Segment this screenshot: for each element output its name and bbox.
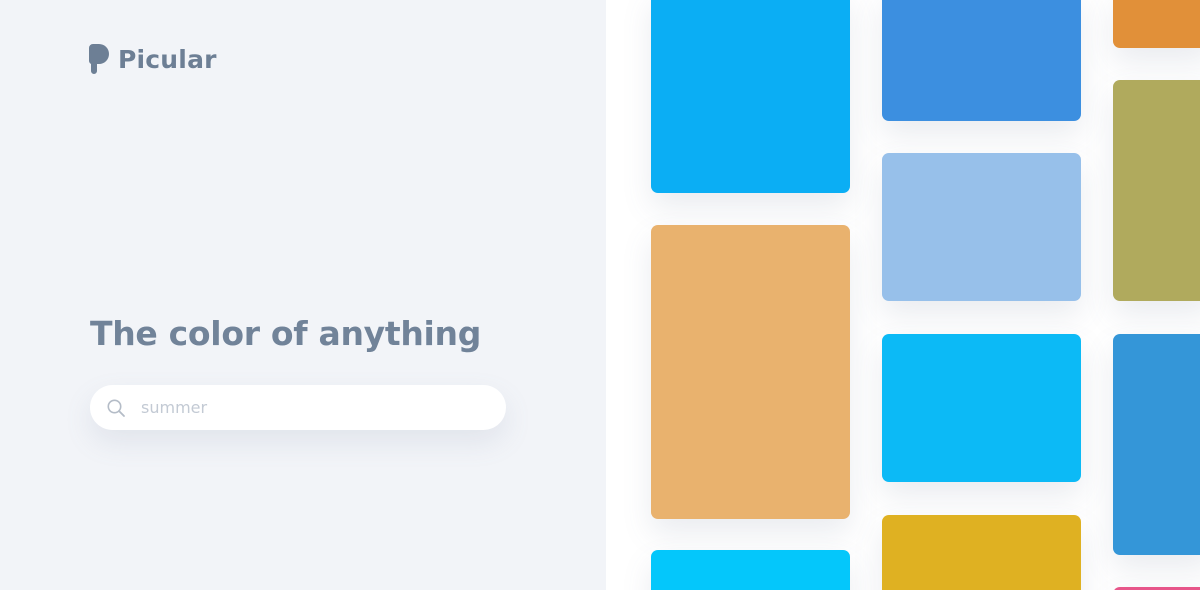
picular-logo-icon bbox=[89, 44, 109, 74]
color-swatch-c1-r3[interactable] bbox=[651, 550, 850, 590]
color-swatch-c3-r2[interactable] bbox=[1113, 80, 1200, 301]
color-swatch-c2-r2[interactable] bbox=[882, 153, 1081, 301]
color-swatch-c2-r4[interactable] bbox=[882, 515, 1081, 590]
color-swatch-c2-r3[interactable] bbox=[882, 334, 1081, 482]
color-swatch-c1-r2[interactable] bbox=[651, 225, 850, 519]
color-swatch-c2-r1[interactable] bbox=[882, 0, 1081, 121]
picular-home: Picular The color of anything bbox=[0, 0, 1200, 590]
color-swatch-c3-r1[interactable] bbox=[1113, 0, 1200, 48]
left-panel: Picular The color of anything bbox=[0, 0, 606, 590]
color-swatch-c1-r1[interactable] bbox=[651, 0, 850, 193]
brand-name: Picular bbox=[118, 44, 217, 74]
search-bar[interactable] bbox=[90, 385, 506, 430]
brand-logo[interactable]: Picular bbox=[89, 44, 217, 74]
search-icon bbox=[107, 399, 125, 417]
color-swatch-c3-r3[interactable] bbox=[1113, 334, 1200, 555]
page-title: The color of anything bbox=[90, 314, 482, 353]
search-input[interactable] bbox=[141, 392, 481, 423]
